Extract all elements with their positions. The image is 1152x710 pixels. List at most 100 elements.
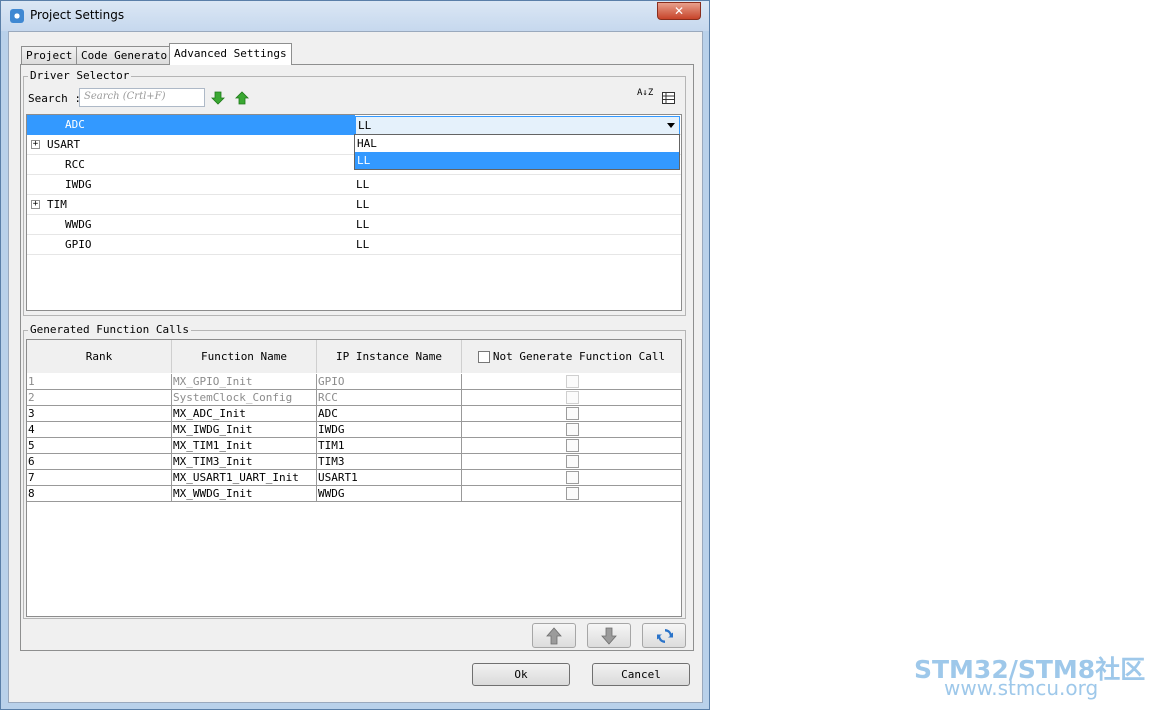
not-generate-checkbox[interactable] bbox=[566, 407, 579, 420]
arrow-down-icon[interactable] bbox=[211, 91, 225, 105]
header-checkbox[interactable] bbox=[477, 351, 490, 363]
dropdown-option-ll[interactable]: LL bbox=[355, 152, 679, 169]
table-row[interactable]: 5 MX_TIM1_Init TIM1 bbox=[27, 438, 681, 454]
driver-row-wwdg[interactable]: WWDG LL bbox=[27, 215, 681, 235]
driver-row-gpio[interactable]: GPIO LL bbox=[27, 235, 681, 255]
driver-row-iwdg[interactable]: IWDG LL bbox=[27, 175, 681, 195]
rank-cell: 6 bbox=[27, 454, 172, 470]
chevron-down-icon[interactable] bbox=[667, 123, 675, 128]
driver-name: USART bbox=[47, 138, 81, 151]
function-name-cell: MX_TIM1_Init bbox=[172, 438, 317, 454]
driver-value[interactable]: LL bbox=[356, 235, 681, 255]
column-header-function-name[interactable]: Function Name bbox=[172, 340, 317, 373]
not-generate-checkbox bbox=[566, 375, 579, 388]
instance-cell: IWDG bbox=[317, 422, 462, 438]
not-generate-checkbox[interactable] bbox=[566, 423, 579, 436]
instance-cell: USART1 bbox=[317, 470, 462, 486]
rank-cell: 2 bbox=[27, 390, 172, 406]
tab-code-generator[interactable]: Code Generator bbox=[76, 46, 179, 64]
combo-value: LL bbox=[358, 119, 372, 132]
table-row[interactable]: 8 MX_WWDG_Init WWDG bbox=[27, 486, 681, 502]
driver-selector-legend: Driver Selector bbox=[28, 69, 132, 82]
rank-cell: 1 bbox=[27, 374, 172, 390]
table-row[interactable]: 6 MX_TIM3_Init TIM3 bbox=[27, 454, 681, 470]
list-view-icon[interactable] bbox=[662, 92, 675, 104]
project-settings-dialog: Project Settings ✕ Project Code Generato… bbox=[0, 0, 710, 710]
arrow-up-icon bbox=[546, 627, 562, 645]
arrow-up-icon[interactable] bbox=[235, 91, 249, 105]
driver-name-cell: WWDG bbox=[27, 215, 355, 235]
driver-name: WWDG bbox=[65, 218, 92, 231]
table-row[interactable]: 2 SystemClock_Config RCC bbox=[27, 390, 681, 406]
driver-name: RCC bbox=[65, 158, 85, 171]
function-name-cell: MX_USART1_UART_Init bbox=[172, 470, 317, 486]
function-name-cell: MX_WWDG_Init bbox=[172, 486, 317, 502]
move-down-button[interactable] bbox=[587, 623, 631, 648]
function-name-cell: MX_GPIO_Init bbox=[172, 374, 317, 390]
not-generate-checkbox[interactable] bbox=[566, 471, 579, 484]
tab-advanced-settings[interactable]: Advanced Settings bbox=[169, 43, 292, 65]
driver-name: TIM bbox=[47, 198, 67, 211]
refresh-icon bbox=[657, 629, 673, 643]
not-generate-checkbox[interactable] bbox=[566, 487, 579, 500]
rank-cell: 5 bbox=[27, 438, 172, 454]
instance-cell: TIM1 bbox=[317, 438, 462, 454]
watermark-url: www.stmcu.org bbox=[944, 676, 1099, 700]
driver-value[interactable]: LL bbox=[356, 195, 681, 215]
driver-type-dropdown-list[interactable]: HAL LL bbox=[354, 134, 680, 170]
function-calls-legend: Generated Function Calls bbox=[28, 323, 191, 336]
driver-value[interactable]: LL bbox=[356, 175, 681, 195]
not-generate-checkbox[interactable] bbox=[566, 439, 579, 452]
instance-cell: RCC bbox=[317, 390, 462, 406]
column-header-rank[interactable]: Rank bbox=[27, 340, 172, 373]
driver-name-cell: ADC bbox=[27, 115, 355, 135]
instance-cell: TIM3 bbox=[317, 454, 462, 470]
rank-cell: 8 bbox=[27, 486, 172, 502]
window-title: Project Settings bbox=[30, 8, 125, 22]
driver-name: GPIO bbox=[65, 238, 92, 251]
function-calls-table: Rank Function Name IP Instance Name Not … bbox=[26, 339, 682, 617]
driver-value[interactable]: LL bbox=[356, 215, 681, 235]
function-name-cell: MX_ADC_Init bbox=[172, 406, 317, 422]
column-header-ip-instance[interactable]: IP Instance Name bbox=[317, 340, 462, 373]
app-icon bbox=[10, 9, 24, 23]
refresh-button[interactable] bbox=[642, 623, 686, 648]
driver-name: IWDG bbox=[65, 178, 92, 191]
column-header-not-generate-label: Not Generate Function Call bbox=[492, 350, 666, 363]
title-bar[interactable]: Project Settings ✕ bbox=[1, 1, 709, 31]
instance-cell: WWDG bbox=[317, 486, 462, 502]
ok-button[interactable]: Ok bbox=[472, 663, 570, 686]
cancel-button[interactable]: Cancel bbox=[592, 663, 690, 686]
tab-project[interactable]: Project bbox=[21, 46, 78, 64]
search-input[interactable]: Search (Crtl+F) bbox=[79, 88, 205, 107]
sort-az-icon[interactable]: A↓Z bbox=[637, 89, 653, 107]
driver-name-cell: RCC bbox=[27, 155, 355, 175]
table-row[interactable]: 4 MX_IWDG_Init IWDG bbox=[27, 422, 681, 438]
search-label: Search : bbox=[28, 92, 81, 105]
driver-row-tim[interactable]: + TIM LL bbox=[27, 195, 681, 215]
rank-cell: 7 bbox=[27, 470, 172, 486]
table-row[interactable]: 1 MX_GPIO_Init GPIO bbox=[27, 374, 681, 390]
driver-name: ADC bbox=[65, 118, 85, 131]
close-button[interactable]: ✕ bbox=[657, 2, 701, 20]
driver-name-cell: GPIO bbox=[27, 235, 355, 255]
driver-type-combo[interactable]: LL bbox=[355, 116, 680, 135]
function-name-cell: MX_TIM3_Init bbox=[172, 454, 317, 470]
rank-cell: 4 bbox=[27, 422, 172, 438]
not-generate-checkbox[interactable] bbox=[566, 455, 579, 468]
rank-cell: 3 bbox=[27, 406, 172, 422]
column-header-not-generate[interactable]: Not Generate Function Call bbox=[462, 340, 681, 373]
instance-cell: ADC bbox=[317, 406, 462, 422]
driver-row-adc[interactable]: ADC LL bbox=[27, 115, 681, 135]
table-row[interactable]: 3 MX_ADC_Init ADC bbox=[27, 406, 681, 422]
driver-name-cell: USART bbox=[27, 135, 355, 155]
driver-name-cell: IWDG bbox=[27, 175, 355, 195]
instance-cell: GPIO bbox=[317, 374, 462, 390]
not-generate-checkbox bbox=[566, 391, 579, 404]
function-name-cell: MX_IWDG_Init bbox=[172, 422, 317, 438]
table-row[interactable]: 7 MX_USART1_UART_Init USART1 bbox=[27, 470, 681, 486]
driver-name-cell: TIM bbox=[27, 195, 355, 215]
dropdown-option-hal[interactable]: HAL bbox=[355, 135, 679, 152]
move-up-button[interactable] bbox=[532, 623, 576, 648]
function-name-cell: SystemClock_Config bbox=[172, 390, 317, 406]
